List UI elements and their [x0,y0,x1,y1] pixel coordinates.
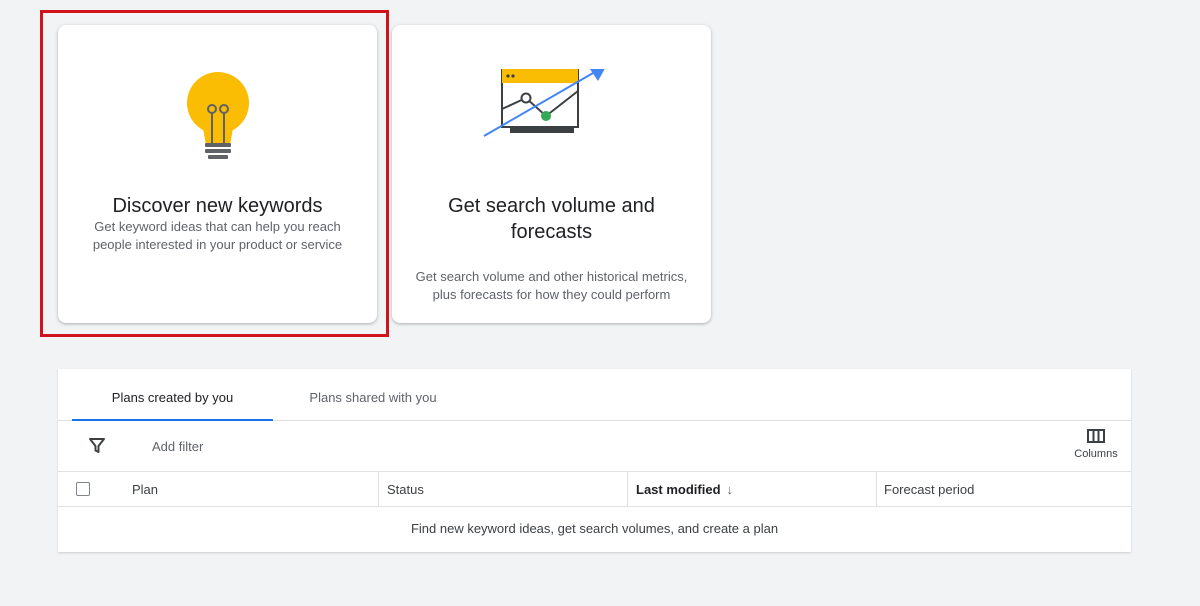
card-description: Get search volume and other historical m… [408,268,695,304]
tab-plans-created[interactable]: Plans created by you [72,369,273,421]
columns-button[interactable]: Columns [1071,429,1121,460]
column-header-plan[interactable]: Plan [132,472,378,507]
card-description-line: Get search volume and other historical m… [415,269,688,284]
card-title: Discover new keywords [112,195,323,217]
keyword-planner-page: Discover new keywords Get keyword ideas … [0,0,1200,606]
tab-plans-shared[interactable]: Plans shared with you [288,369,458,420]
table-header: Plan Status Last modified ↓ Forecast peri… [58,472,1131,507]
column-header-last-modified[interactable]: Last modified ↓ [627,472,876,507]
card-description-line: people interested in your product or ser… [92,237,343,252]
column-header-label: Last modified [636,482,721,497]
add-filter-button[interactable]: Add filter [152,439,203,454]
column-header-forecast-period[interactable]: Forecast period [876,472,1131,507]
filter-icon[interactable] [88,437,106,455]
columns-icon [1087,429,1105,443]
columns-label: Columns [1074,448,1118,460]
card-description: Get keyword ideas that can help you reac… [74,218,361,254]
sort-arrow-down-icon: ↓ [726,482,734,497]
filter-bar: Add filter Columns [58,421,1131,472]
card-title-line: forecasts [510,221,593,243]
select-all-checkbox[interactable] [76,482,90,496]
card-title: Get search volume and forecasts [404,193,699,245]
empty-table-message: Find new keyword ideas, get search volum… [410,521,779,536]
lightbulb-icon [58,69,377,189]
chart-trend-icon [392,69,711,189]
plans-panel: Plans created by you Plans shared with y… [58,369,1131,552]
discover-keywords-card[interactable]: Discover new keywords Get keyword ideas … [58,25,377,323]
card-description-line: plus forecasts for how they could perfor… [432,287,671,302]
card-title-line: Get search volume and [448,195,655,217]
search-volume-card[interactable]: Get search volume and forecasts Get sear… [392,25,711,323]
column-header-status[interactable]: Status [378,472,627,507]
card-description-line: Get keyword ideas that can help you reac… [94,219,341,234]
plans-tabs: Plans created by you Plans shared with y… [58,369,1131,421]
